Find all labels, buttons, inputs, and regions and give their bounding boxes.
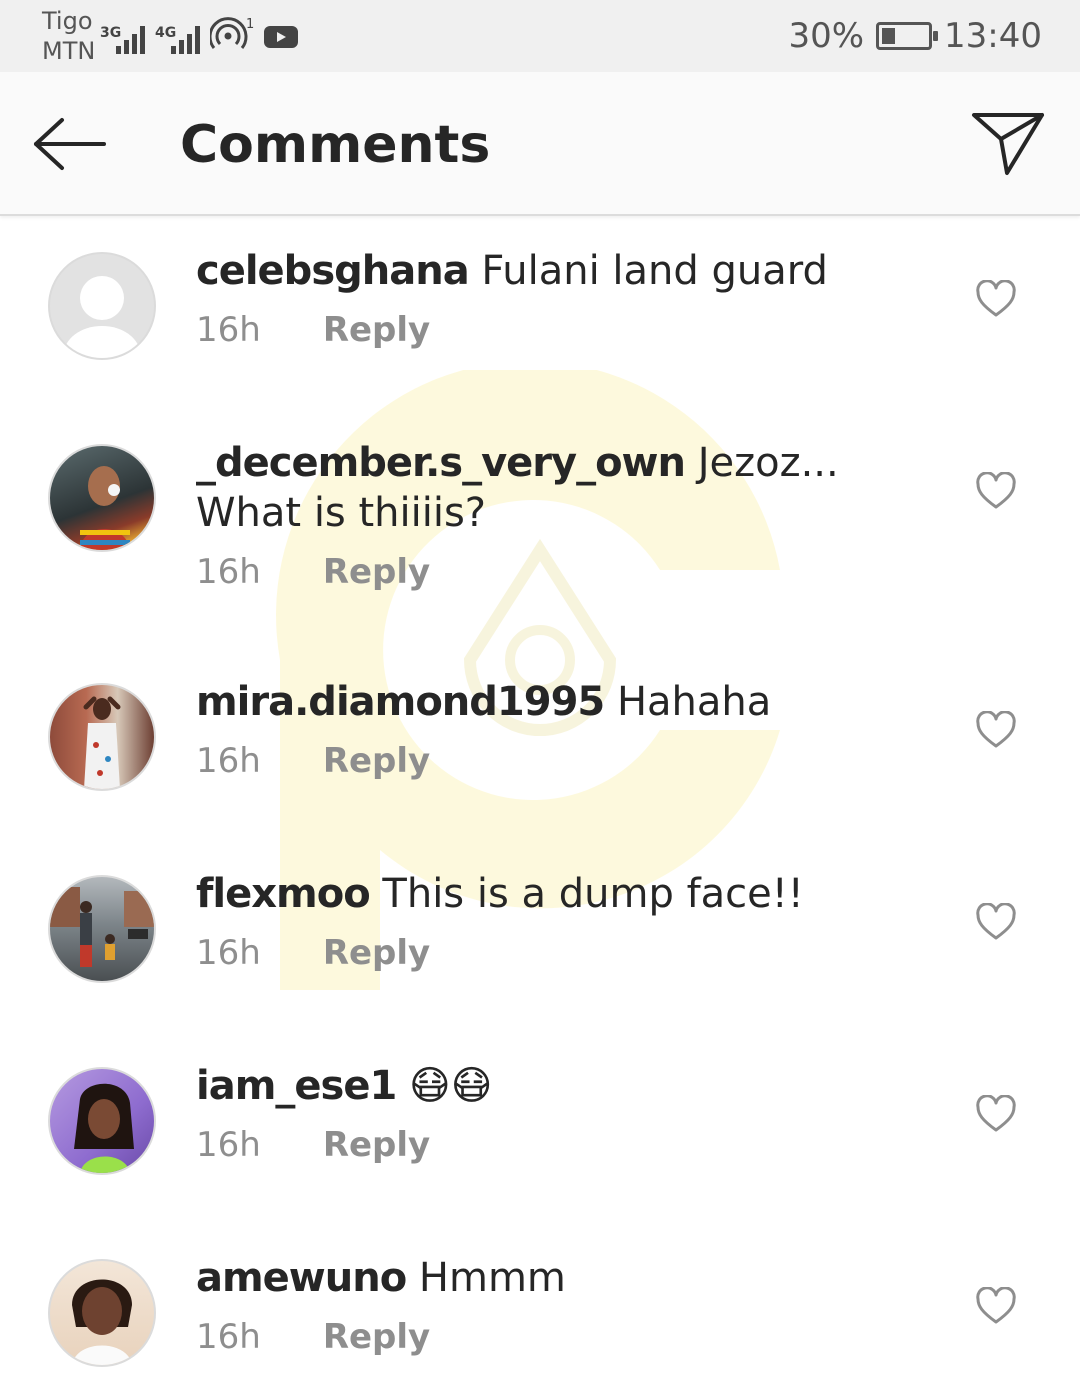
person-photo-icon <box>72 1279 132 1365</box>
avatar[interactable] <box>48 1259 156 1367</box>
network-icons: 3G 4G 1 <box>100 14 298 54</box>
comment-time: 16h <box>196 741 261 781</box>
battery-icon <box>876 22 939 50</box>
avatar[interactable] <box>48 444 156 552</box>
person-photo-icon <box>80 466 130 550</box>
comment-username[interactable]: flexmoo <box>196 871 371 917</box>
comment-message: 😷😷 <box>409 1063 493 1109</box>
comment-username[interactable]: mira.diamond1995 <box>196 679 605 725</box>
heart-icon[interactable] <box>976 711 1016 751</box>
person-photo-icon <box>50 887 154 967</box>
page-title: Comments <box>180 115 491 175</box>
comment-text: _december.s_very_own Jezoz... What is th… <box>196 438 946 538</box>
arrow-left-icon <box>34 118 106 170</box>
reply-button[interactable]: Reply <box>323 1315 430 1359</box>
comment-username[interactable]: _december.s_very_own <box>196 440 686 486</box>
avatar[interactable] <box>48 683 156 791</box>
comment-text: flexmoo This is a dump face!! <box>196 869 946 919</box>
person-photo-icon <box>83 696 121 789</box>
default-avatar-icon <box>64 276 140 358</box>
carrier-names: Tigo MTN <box>42 6 95 66</box>
network-3g-label: 3G <box>100 25 122 41</box>
comment-time: 16h <box>196 1317 261 1357</box>
heart-icon[interactable] <box>976 280 1016 320</box>
heart-icon[interactable] <box>976 903 1016 943</box>
hotspot-icon: 1 <box>208 16 254 54</box>
comment-meta: 16h Reply <box>196 739 946 783</box>
comment-username[interactable]: amewuno <box>196 1255 407 1301</box>
share-button[interactable] <box>968 104 1048 184</box>
carrier-2: MTN <box>42 37 96 65</box>
comment-body: iam_ese1 😷😷 16h Reply <box>196 1061 946 1167</box>
person-photo-icon <box>74 1083 134 1173</box>
comment-meta: 16h Reply <box>196 308 946 352</box>
reply-button[interactable]: Reply <box>323 931 430 975</box>
comment-text: iam_ese1 😷😷 <box>196 1061 946 1111</box>
comment-time: 16h <box>196 310 261 350</box>
comment-body: _december.s_very_own Jezoz... What is th… <box>196 438 946 594</box>
avatar[interactable] <box>48 875 156 983</box>
comment-text: celebsghana Fulani land guard <box>196 246 946 296</box>
status-bar: Tigo MTN 3G 4G 1 30% 13:40 <box>0 0 1080 72</box>
reply-button[interactable]: Reply <box>323 1123 430 1167</box>
carrier-1: Tigo <box>42 7 93 35</box>
comment-meta: 16h Reply <box>196 550 946 594</box>
comment-text: amewuno Hmmm <box>196 1253 946 1303</box>
comment-message: Hmmm <box>418 1255 566 1301</box>
comment-text: mira.diamond1995 Hahaha <box>196 677 946 727</box>
comment-meta: 16h Reply <box>196 1123 946 1167</box>
heart-icon[interactable] <box>976 1095 1016 1135</box>
youtube-icon <box>264 24 298 54</box>
comment-message: Fulani land guard <box>481 248 828 294</box>
battery-fill <box>882 28 896 44</box>
clock: 13:40 <box>944 16 1042 56</box>
avatar[interactable] <box>48 1067 156 1175</box>
reply-button[interactable]: Reply <box>323 739 430 783</box>
comment-message: This is a dump face!! <box>382 871 804 917</box>
signal-4g-icon: 4G <box>155 26 200 54</box>
comment-body: amewuno Hmmm 16h Reply <box>196 1253 946 1359</box>
signal-3g-icon: 3G <box>100 26 145 54</box>
comment-message: Hahaha <box>616 679 772 725</box>
reply-button[interactable]: Reply <box>323 308 430 352</box>
comment-username[interactable]: celebsghana <box>196 248 470 294</box>
comment-body: mira.diamond1995 Hahaha 16h Reply <box>196 677 946 783</box>
header-bar: Comments <box>0 72 1080 216</box>
status-right: 30% 13:40 <box>788 14 1042 58</box>
network-4g-label: 4G <box>155 25 177 41</box>
avatar[interactable] <box>48 252 156 360</box>
comment-meta: 16h Reply <box>196 931 946 975</box>
hotspot-count: 1 <box>246 17 254 32</box>
reply-button[interactable]: Reply <box>323 550 430 594</box>
comment-time: 16h <box>196 933 261 973</box>
comment-meta: 16h Reply <box>196 1315 946 1359</box>
heart-icon[interactable] <box>976 472 1016 512</box>
comment-time: 16h <box>196 552 261 592</box>
comment-body: flexmoo This is a dump face!! 16h Reply <box>196 869 946 975</box>
battery-percent: 30% <box>788 16 865 56</box>
paper-plane-icon <box>972 113 1044 175</box>
comment-body: celebsghana Fulani land guard 16h Reply <box>196 246 946 352</box>
comment-username[interactable]: iam_ese1 <box>196 1063 397 1109</box>
comment-time: 16h <box>196 1125 261 1165</box>
back-button[interactable] <box>28 108 112 180</box>
heart-icon[interactable] <box>976 1287 1016 1327</box>
